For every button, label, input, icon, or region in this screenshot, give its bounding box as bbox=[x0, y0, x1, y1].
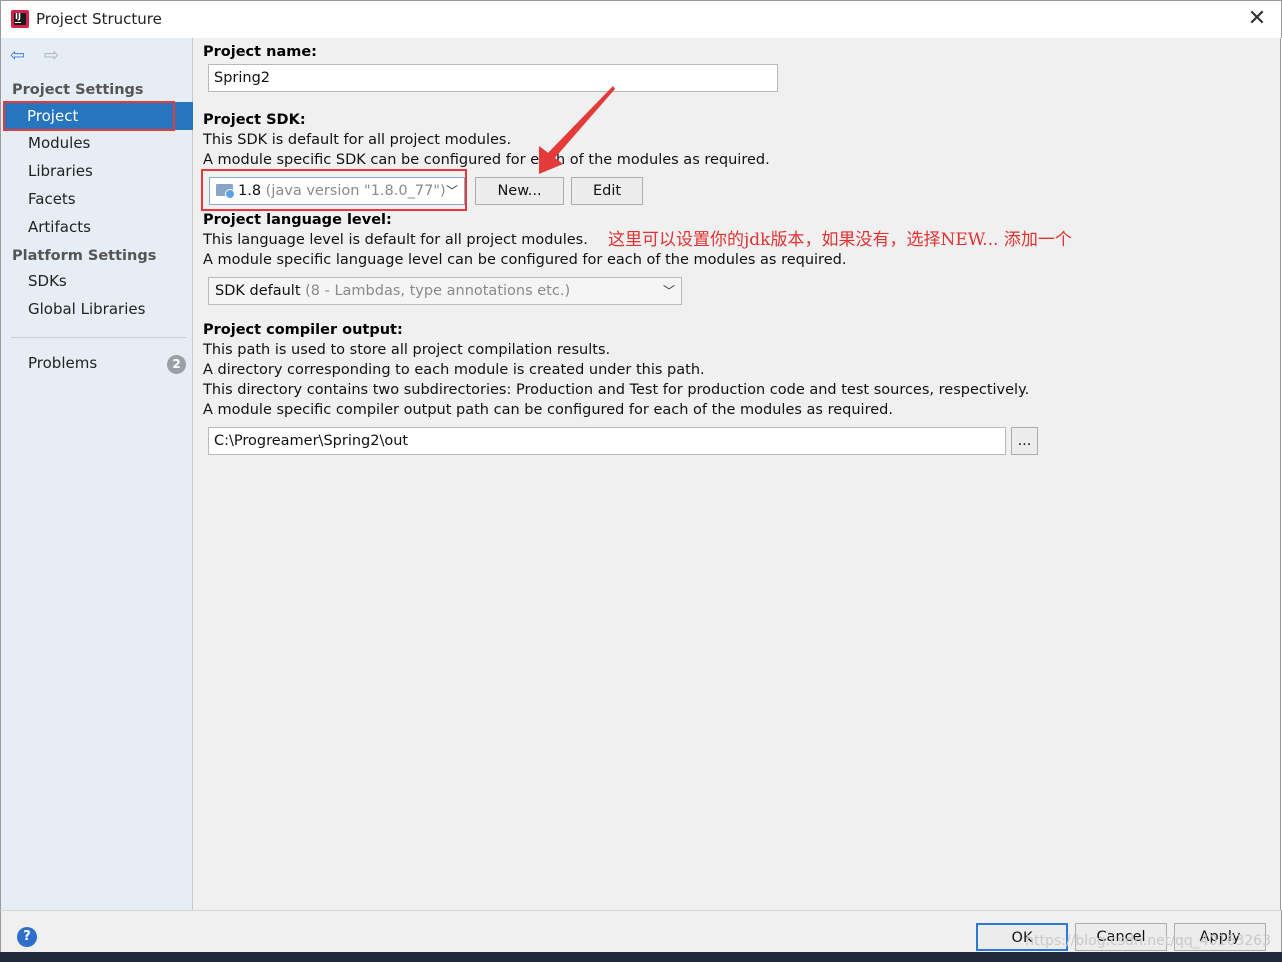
language-selected-value: SDK default bbox=[215, 283, 301, 299]
platform-settings-heading: Platform Settings bbox=[12, 248, 157, 264]
help-icon[interactable]: ? bbox=[17, 927, 37, 947]
title-bar: IJ Project Structure ✕ bbox=[0, 0, 1282, 38]
project-settings-panel: Project name: Spring2 Project SDK: This … bbox=[193, 38, 1281, 910]
project-name-label: Project name: bbox=[203, 44, 317, 60]
sidebar: ⇦ ⇨ Project Settings Project Modules Lib… bbox=[0, 38, 193, 910]
output-description-4: A module specific compiler output path c… bbox=[203, 402, 893, 418]
language-description-2: A module specific language level can be … bbox=[203, 252, 847, 268]
sidebar-item-problems[interactable]: Problems bbox=[28, 354, 97, 372]
sdk-description-1: This SDK is default for all project modu… bbox=[203, 132, 512, 148]
intellij-app-icon: IJ bbox=[11, 10, 29, 28]
output-description-3: This directory contains two subdirectori… bbox=[203, 382, 1030, 398]
language-level-select[interactable]: SDK default (8 - Lambdas, type annotatio… bbox=[208, 277, 682, 305]
problems-count-badge: 2 bbox=[167, 355, 186, 374]
compiler-output-input[interactable]: C:\Progreamer\Spring2\out bbox=[208, 427, 1006, 455]
chevron-down-icon: ﹀ bbox=[662, 284, 675, 298]
annotation-note: 这里可以设置你的jdk版本，如果没有，选择NEW... 添加一个 bbox=[608, 230, 1072, 250]
watermark-text: https://blog.csdn.net/qq_40163263 bbox=[1025, 933, 1271, 949]
sdk-description-2: A module specific SDK can be configured … bbox=[203, 152, 770, 168]
taskbar-strip bbox=[0, 952, 1282, 962]
sidebar-item-libraries[interactable]: Libraries bbox=[28, 162, 93, 180]
edit-sdk-button[interactable]: Edit bbox=[571, 177, 643, 205]
new-sdk-button[interactable]: New... bbox=[475, 177, 564, 205]
sidebar-divider bbox=[11, 337, 186, 338]
language-level-label: Project language level: bbox=[203, 212, 392, 228]
output-description-2: A directory corresponding to each module… bbox=[203, 362, 705, 378]
forward-arrow-icon[interactable]: ⇨ bbox=[44, 47, 59, 65]
sidebar-item-facets[interactable]: Facets bbox=[28, 190, 76, 208]
annotation-arrow bbox=[539, 86, 615, 174]
compiler-output-label: Project compiler output: bbox=[203, 322, 403, 338]
sdk-highlight-outline bbox=[201, 169, 467, 211]
highlight-outline bbox=[3, 101, 175, 131]
language-selected-detail: (8 - Lambdas, type annotations etc.) bbox=[305, 283, 571, 299]
sidebar-item-sdks[interactable]: SDKs bbox=[28, 272, 67, 290]
sidebar-item-global-libraries[interactable]: Global Libraries bbox=[28, 300, 145, 318]
sidebar-item-modules[interactable]: Modules bbox=[28, 134, 90, 152]
sidebar-item-artifacts[interactable]: Artifacts bbox=[28, 218, 91, 236]
output-description-1: This path is used to store all project c… bbox=[203, 342, 611, 358]
project-name-input[interactable]: Spring2 bbox=[208, 64, 778, 92]
project-settings-heading: Project Settings bbox=[12, 82, 144, 98]
back-arrow-icon[interactable]: ⇦ bbox=[10, 47, 25, 65]
project-sdk-label: Project SDK: bbox=[203, 112, 306, 128]
window-title: Project Structure bbox=[36, 10, 162, 28]
browse-button[interactable]: ... bbox=[1011, 427, 1038, 455]
close-button[interactable]: ✕ bbox=[1245, 7, 1269, 31]
language-description-1: This language level is default for all p… bbox=[203, 232, 588, 248]
